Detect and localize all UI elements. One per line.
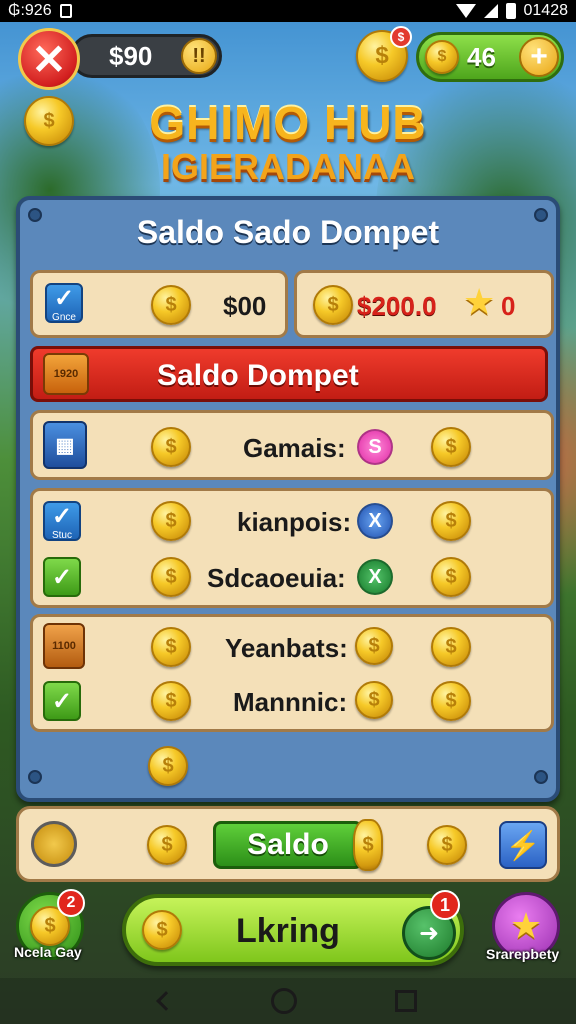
rivet-icon — [534, 770, 548, 784]
bolt-button[interactable]: ⚡ — [499, 821, 547, 869]
right-card-suffix: 0 — [501, 291, 516, 321]
chest-icon: 1920 — [43, 353, 89, 395]
row-label[interactable]: Mannnic: — [233, 687, 347, 718]
coin-icon: $ — [431, 627, 471, 667]
coin-icon: $ — [355, 681, 393, 719]
row-label[interactable]: kianpois: — [237, 507, 351, 538]
coin-icon: $ — [431, 427, 471, 467]
check-icon: ✓ — [43, 557, 81, 597]
game-title: GHIMO HUB — [149, 97, 427, 149]
left-card-value: $00 — [223, 291, 267, 321]
wifi-icon — [455, 4, 476, 18]
coin-shop-button[interactable]: $ $ — [356, 26, 412, 82]
money-display[interactable]: $90 !! — [70, 34, 222, 78]
coin-icon: $ — [431, 557, 471, 597]
coin-counter[interactable]: $ 46 + — [416, 32, 564, 82]
status-bar: ₲:926 01428 — [0, 0, 576, 22]
banner-label: Saldo Dompet — [157, 359, 359, 392]
lkring-button[interactable]: $ Lkring ➜ 1 — [122, 890, 464, 966]
bolt-icon: ⚡ — [505, 829, 541, 861]
wallet-panel: Saldo Sado Dompet ✓ Gnce $ $00 $ $200.0 ★… — [16, 196, 560, 802]
row-label[interactable]: Yeanbats: — [225, 633, 348, 664]
signal-icon — [483, 4, 498, 18]
coin-icon: $ — [375, 42, 389, 69]
system-nav-bar — [0, 978, 576, 1024]
coin-count: 46 — [467, 41, 496, 72]
notification-badge: 2 — [57, 889, 85, 917]
close-icon: ✕ — [31, 35, 67, 83]
balance-card-right[interactable]: $ $200.0 ★ 0 — [294, 270, 554, 338]
coin-emblem-icon[interactable] — [31, 821, 77, 867]
coin-icon: $ — [355, 627, 393, 665]
home-icon[interactable] — [271, 988, 297, 1014]
coin-icon: $ — [431, 681, 471, 721]
bottom-action-bar: $ Saldo $ $ ⚡ — [16, 806, 560, 882]
rivet-icon — [28, 770, 42, 784]
calculator-icon: ▦ — [43, 421, 87, 469]
ticket-icon: 1100 — [43, 623, 85, 669]
alert-icon[interactable]: !! — [181, 38, 217, 74]
star-icon: ★ — [509, 905, 543, 946]
coin-icon: $ — [425, 40, 459, 74]
check-icon: ✓ — [43, 681, 81, 721]
coin-icon: $ — [313, 285, 353, 325]
recent-apps-icon[interactable] — [395, 990, 417, 1012]
coin-badge: $ — [390, 26, 412, 48]
coin-icon: $ — [151, 501, 191, 541]
close-button[interactable]: ✕ — [18, 28, 80, 90]
left-side-label: Ncela Gay — [14, 944, 82, 960]
coin-icon: $ — [427, 825, 467, 865]
row-label: Gamais: — [243, 433, 346, 463]
status-time: 01428 — [523, 2, 569, 19]
coin-icon: $ — [147, 825, 187, 865]
money-value: $90 — [109, 40, 153, 71]
right-card-value: $200.0 — [357, 291, 437, 321]
coin-icon: $ — [148, 746, 188, 786]
list-group-2: ✓ Stuc $ kianpois: X $ ✓ $ Sdcaoeuia: X $ — [30, 488, 554, 608]
row-label[interactable]: Sdcaoeuia: — [207, 563, 346, 594]
notification-icon — [59, 4, 72, 18]
panel-title: Saldo Sado Dompet — [136, 214, 440, 250]
game-subtitle: IGIERADANAA — [160, 146, 415, 187]
wallet-banner: 1920 Saldo Dompet — [30, 346, 548, 402]
coin-icon: $ — [142, 910, 182, 950]
coin-icon: $ — [151, 285, 191, 325]
lkring-label: Lkring — [236, 912, 340, 950]
coin-icon: $ — [151, 681, 191, 721]
status-left-text: ₲:926 — [8, 2, 52, 19]
pink-gem-icon: S — [357, 429, 393, 465]
check-icon: ✓ Gnce — [45, 283, 83, 323]
saldo-button[interactable]: Saldo — [213, 821, 363, 869]
coin-icon: $ — [151, 427, 191, 467]
star-icon: ★ — [463, 281, 496, 322]
list-group-3: 1100 $ Yeanbats: $ $ ✓ $ Mannnic: $ $ — [30, 614, 554, 732]
check-icon: ✓ Stuc — [43, 501, 81, 541]
coin-stack-icon: $ — [353, 819, 383, 871]
coin-icon: $ — [151, 627, 191, 667]
add-coins-button[interactable]: + — [519, 37, 559, 77]
right-side-label: Srarepbety — [486, 946, 560, 962]
notification-badge: 1 — [430, 890, 460, 920]
balance-card-left[interactable]: ✓ Gnce $ $00 — [30, 270, 288, 338]
battery-icon — [505, 3, 516, 19]
back-icon[interactable] — [156, 991, 176, 1011]
green-gem-icon: X — [357, 559, 393, 595]
list-item-gamais[interactable]: ▦ $ Gamais: S $ — [30, 410, 554, 480]
blue-gem-icon: X — [357, 503, 393, 539]
coin-icon: $ — [151, 557, 191, 597]
coin-icon: $ — [431, 501, 471, 541]
